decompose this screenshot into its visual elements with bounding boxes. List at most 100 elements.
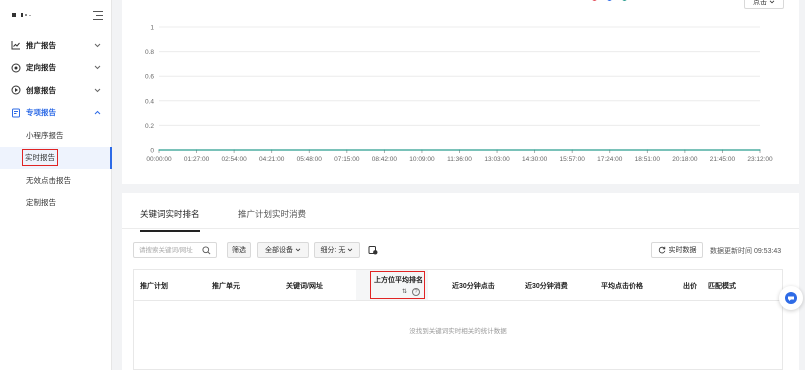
chevron-down-icon — [348, 248, 353, 252]
x-tick-label: 00:00:00 — [146, 156, 172, 163]
target-icon — [10, 62, 21, 73]
realtime-data-label: 实时数据 — [668, 247, 697, 254]
column-header-match-mode: 匹配模式 — [708, 283, 736, 290]
empty-state-text: 没找到关键词实时相关的统计数据 — [409, 328, 507, 335]
x-tick-label: 04:21:00 — [259, 156, 285, 163]
data-point — [721, 149, 724, 151]
keyword-realtime-card: 关键词实时排名 推广计划实时消费 筛选 全部设备 细分: 无 实时数据 数据更新… — [122, 193, 799, 370]
filter-button[interactable]: 筛选 — [227, 242, 251, 258]
keyword-rank-table: 推广计划 推广单元 关键词/网址 上方位平均排名 ⇅ ? 近30分钟点击 近30… — [133, 269, 783, 370]
x-tick-label: 14:30:00 — [522, 156, 548, 163]
sidebar-subitem-label: 无效点击报告 — [26, 175, 71, 185]
column-header-avg-cpc: 平均点击价格 — [601, 283, 643, 290]
sidebar-subitem-realtime-report[interactable]: 实时报告 — [0, 146, 112, 169]
y-tick-label: 0.4 — [145, 98, 154, 105]
column-header-label: 上方位平均排名 — [374, 277, 423, 284]
data-point — [609, 149, 611, 151]
x-tick-label: 13:03:00 — [484, 156, 510, 163]
data-point — [458, 149, 461, 151]
data-point — [571, 149, 573, 151]
table-header: 推广计划 推广单元 关键词/网址 上方位平均排名 ⇅ ? 近30分钟点击 近30… — [134, 270, 782, 301]
sidebar-subitem-invalid-click-report[interactable]: 无效点击报告 — [0, 169, 111, 192]
data-point — [346, 149, 348, 151]
chevron-up-icon — [93, 109, 101, 117]
realtime-chart-card: 点击 0 0.2 0.4 0.6 0.8 1 00:00:00 01:27:00 02:54:0… — [122, 0, 799, 184]
data-point — [383, 149, 385, 151]
report-tabs: 关键词实时排名 推广计划实时消费 — [122, 193, 799, 232]
breakdown-select[interactable]: 细分: 无 — [314, 242, 360, 258]
x-tick-label: 18:51:00 — [635, 156, 661, 163]
sidebar-nav: 推广报告 定向报告 创意报告 专项报告 小程序报告 实时报告 无效点击报告 定制… — [0, 34, 112, 215]
x-tick-label: 15:57:00 — [560, 156, 586, 163]
sidebar-item-label: 推广报告 — [26, 40, 56, 50]
sidebar-item-special-report[interactable]: 专项报告 — [0, 102, 111, 125]
sidebar-subitem-label: 定制报告 — [26, 198, 56, 208]
sidebar-item-promotion-report[interactable]: 推广报告 — [0, 34, 111, 57]
sidebar-subitem-label: 实时报告 — [22, 149, 58, 167]
realtime-data-button[interactable]: 实时数据 — [651, 242, 703, 258]
chevron-down-icon — [93, 41, 101, 49]
sidebar-item-label: 定向报告 — [26, 63, 56, 73]
x-tick-label: 23:12:00 — [747, 156, 773, 163]
y-tick-label: 0.2 — [145, 123, 154, 130]
sidebar-item-targeting-report[interactable]: 定向报告 — [0, 57, 111, 80]
sidebar: 推广报告 定向报告 创意报告 专项报告 小程序报告 实时报告 无效点击报告 定制… — [0, 0, 112, 370]
help-icon[interactable]: ? — [412, 288, 420, 296]
data-point — [759, 149, 761, 151]
x-tick-label: 08:42:00 — [372, 156, 398, 163]
column-header-plan: 推广计划 — [140, 283, 168, 290]
x-tick-label: 10:09:00 — [409, 156, 435, 163]
play-circle-icon — [10, 85, 21, 96]
line-chart: 0 0.2 0.4 0.6 0.8 1 00:00:00 01:27:00 02:54:00 04… — [145, 25, 773, 164]
breakdown-select-label: 细分: 无 — [320, 247, 346, 254]
filter-bar: 筛选 全部设备 细分: 无 实时数据 数据更新时间 09:53:43 — [133, 242, 799, 258]
data-point — [646, 149, 648, 151]
data-point — [308, 149, 310, 151]
data-point — [534, 149, 536, 151]
x-tick-label: 02:54:00 — [221, 156, 247, 163]
sort-icon[interactable]: ⇅ — [402, 288, 407, 295]
menu-collapse-icon[interactable] — [93, 10, 103, 20]
sidebar-subitem-custom-report[interactable]: 定制报告 — [0, 192, 111, 215]
search-box — [133, 242, 217, 258]
column-header-bid: 出价 — [683, 283, 697, 290]
trend-chart-icon — [10, 40, 21, 51]
data-point — [195, 149, 198, 151]
customer-service-button[interactable] — [779, 286, 803, 310]
search-input[interactable] — [134, 243, 200, 257]
x-tick-label: 01:27:00 — [184, 156, 210, 163]
sidebar-subitem-label: 小程序报告 — [26, 130, 64, 140]
device-select[interactable]: 全部设备 — [257, 242, 309, 258]
x-tick-label: 07:15:00 — [334, 156, 360, 163]
chat-bubble-icon — [785, 292, 797, 304]
column-header-unit: 推广单元 — [212, 283, 240, 290]
data-point — [684, 149, 686, 151]
data-point — [496, 149, 498, 151]
download-icon[interactable] — [368, 245, 378, 255]
column-header-keyword: 关键词/网址 — [286, 283, 323, 290]
sidebar-item-label: 专项报告 — [26, 108, 56, 118]
data-point — [233, 149, 235, 151]
x-tick-label: 17:24:00 — [597, 156, 623, 163]
device-select-label: 全部设备 — [265, 247, 293, 254]
chevron-down-icon — [93, 86, 101, 94]
chevron-down-icon — [295, 248, 301, 252]
search-icon[interactable] — [202, 246, 211, 255]
refresh-icon — [658, 246, 665, 254]
x-tick-label: 05:48:00 — [297, 156, 323, 163]
sidebar-subitem-miniprogram-report[interactable]: 小程序报告 — [0, 124, 111, 147]
x-tick-label: 20:18:00 — [672, 156, 698, 163]
tab-keyword-realtime-rank[interactable]: 关键词实时排名 — [140, 208, 200, 232]
data-point — [421, 149, 423, 151]
report-doc-icon — [10, 107, 21, 118]
column-header-spend-30min: 近30分钟消费 — [525, 283, 568, 290]
chevron-down-icon — [93, 64, 101, 72]
column-header-clicks-30min: 近30分钟点击 — [452, 283, 495, 290]
tab-plan-realtime-spend[interactable]: 推广计划实时消费 — [238, 208, 306, 220]
sidebar-item-label: 创意报告 — [26, 85, 56, 95]
y-tick-label: 0.6 — [145, 74, 154, 81]
sidebar-item-creative-report[interactable]: 创意报告 — [0, 79, 111, 102]
y-tick-label: 1 — [150, 25, 154, 32]
x-tick-label: 11:36:00 — [447, 156, 472, 163]
filter-button-label: 筛选 — [232, 247, 246, 254]
